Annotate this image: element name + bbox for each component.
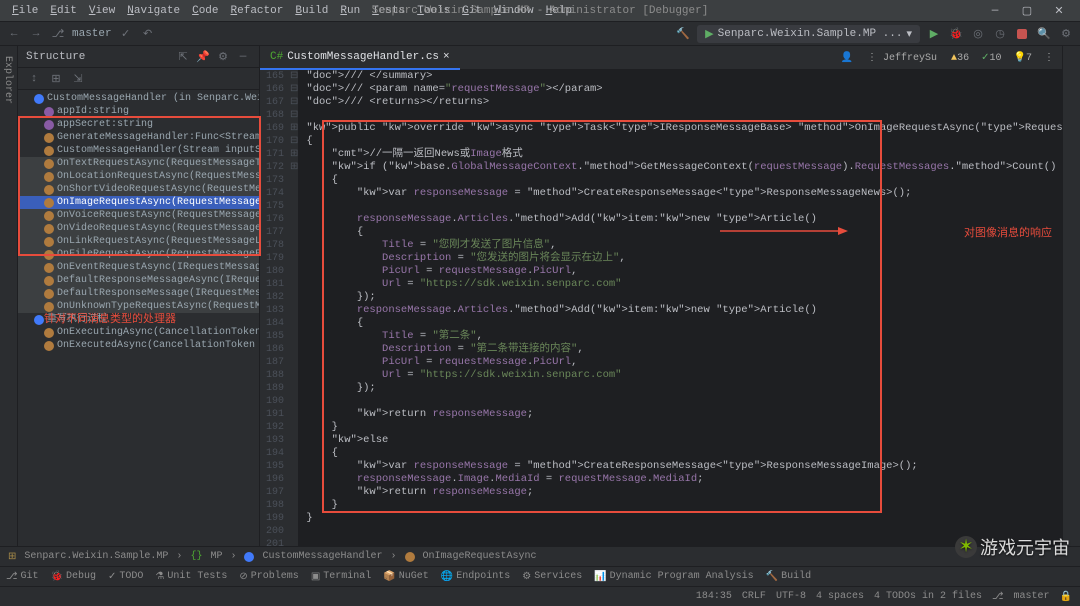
line-numbers: 165 166 167 168 169 170 171 172 173 174 … [260, 70, 290, 546]
bottom-tab-debug[interactable]: 🐞Debug [51, 571, 96, 583]
menu-file[interactable]: File [6, 3, 44, 19]
menu-navigate[interactable]: Navigate [121, 3, 186, 19]
tree-item[interactable]: appId:string [18, 105, 259, 118]
breadcrumb-bar: ⊞ Senparc.Weixin.Sample.MP› {}MP› Custom… [0, 546, 1080, 566]
autoscroll-icon[interactable]: ⇲ [70, 71, 86, 87]
back-icon[interactable]: ← [6, 26, 22, 42]
undo-icon[interactable]: ↶ [140, 26, 156, 42]
editor-tab[interactable]: C# CustomMessageHandler.cs × [260, 46, 460, 70]
tree-item[interactable]: OnExecutingAsync(CancellationToken cance… [18, 326, 259, 339]
maximize-button[interactable]: ▢ [1012, 2, 1042, 20]
vcs-icon[interactable]: ⎇ [50, 26, 66, 42]
bc-icon: ⊞ [8, 551, 16, 563]
hide-icon[interactable]: — [235, 49, 251, 65]
tree-item[interactable]: OnLinkRequestAsync(RequestMessageLink re… [18, 235, 259, 248]
statusbar: 184:35 CRLF UTF-8 4 spaces 4 TODOs in 2 … [0, 586, 1080, 606]
tree-item[interactable]: OnImageRequestAsync(RequestMessageImage … [18, 196, 259, 209]
toolbar: ← → ⎇ master ✓ ↶ 🔨 ▶Senparc.Weixin.Sampl… [0, 22, 1080, 46]
run-icon[interactable]: ▶ [926, 26, 942, 42]
status-indent[interactable]: 4 spaces [816, 591, 864, 603]
sync-icon[interactable]: ✓ [118, 26, 134, 42]
tree-item[interactable]: OnFileRequestAsync(RequestMessageFile re… [18, 248, 259, 261]
close-button[interactable]: ✕ [1044, 2, 1074, 20]
branch-name[interactable]: master [72, 28, 112, 40]
bottom-tab-services[interactable]: ⚙Services [522, 571, 582, 583]
tree-item[interactable]: OnShortVideoRequestAsync(RequestMessageS… [18, 183, 259, 196]
window-title: Senparc.Weixin.Sample.MP - Administrator… [372, 5, 709, 17]
annotation-left: 针对不同消息类型的处理器 [44, 310, 176, 326]
structure-panel: Structure ⇱ 📌 ⚙ — ↕ ⊞ ⇲ CustomMessageHan… [18, 46, 260, 546]
lock-icon: 🔒 [1060, 591, 1072, 603]
gutter-explorer[interactable]: Explorer [0, 50, 15, 546]
forward-icon[interactable]: → [28, 26, 44, 42]
tree-item[interactable]: OnLocationRequestAsync(RequestMessageLoc… [18, 170, 259, 183]
bottom-tab-git[interactable]: ⎇Git [6, 571, 39, 583]
tree-item[interactable]: DefaultResponseMessageAsync(IRequestMess… [18, 274, 259, 287]
minimize-button[interactable]: — [980, 2, 1010, 20]
close-tab-icon[interactable]: × [443, 51, 450, 63]
right-gutter [1062, 46, 1080, 546]
menu-refactor[interactable]: Refactor [225, 3, 290, 19]
pin-icon[interactable]: 📌 [195, 49, 211, 65]
bottom-tab-nuget[interactable]: 📦NuGet [383, 571, 428, 583]
tree-item[interactable]: OnExecutedAsync(CancellationToken cancel… [18, 339, 259, 352]
breadcrumb[interactable]: OnImageRequestAsync [423, 551, 537, 562]
gear-icon[interactable]: ⚙ [215, 49, 231, 65]
breadcrumb[interactable]: CustomMessageHandler [262, 551, 382, 562]
bottom-tab-dynamic-program-analysis[interactable]: 📊Dynamic Program Analysis [594, 571, 753, 583]
status-todo[interactable]: 4 TODOs in 2 files [874, 591, 982, 603]
tree-item[interactable]: OnVideoRequestAsync(RequestMessageVideo … [18, 222, 259, 235]
status-pos[interactable]: 184:35 [696, 591, 732, 603]
watermark-badge: ✶ 游戏元宇宙 [955, 534, 1070, 560]
breadcrumb[interactable]: Senparc.Weixin.Sample.MP [24, 551, 168, 562]
status-enc[interactable]: UTF-8 [776, 591, 806, 603]
bottom-tab-endpoints[interactable]: 🌐Endpoints [441, 571, 510, 583]
editor-tabbar: C# CustomMessageHandler.cs × 👤 ⋮ Jeffrey… [260, 46, 1062, 70]
left-gutter: Explorer Structure [0, 46, 18, 546]
bottom-tab-problems[interactable]: ⊘Problems [239, 571, 298, 583]
menu-view[interactable]: View [83, 3, 121, 19]
debug-icon[interactable]: 🐞 [948, 26, 964, 42]
stop-icon[interactable] [1014, 26, 1030, 42]
tree-item[interactable]: DefaultResponseMessage(IRequestMessageBa… [18, 287, 259, 300]
settings-icon[interactable]: ⚙ [1058, 26, 1074, 42]
wechat-icon: ✶ [955, 536, 977, 558]
tree-item[interactable]: CustomMessageHandler (in Senparc.Weixin.… [18, 92, 259, 105]
bottom-tab-terminal[interactable]: ▣Terminal [311, 571, 371, 583]
breadcrumb[interactable]: MP [210, 551, 222, 562]
user-icon[interactable]: 👤 [841, 53, 853, 64]
menu-code[interactable]: Code [186, 3, 224, 19]
bottom-tab-build[interactable]: 🔨Build [766, 571, 811, 583]
csharp-icon: C# [270, 51, 283, 63]
tree-item[interactable]: OnVoiceRequestAsync(RequestMessageVoice … [18, 209, 259, 222]
tree-item[interactable]: OnTextRequestAsync(RequestMessageText re… [18, 157, 259, 170]
menubar: FileEditViewNavigateCodeRefactorBuildRun… [0, 0, 1080, 22]
filter-icon[interactable]: ⊞ [48, 71, 64, 87]
fold-column[interactable]: ⊟ ⊟ ⊟ ⊟ ⊞ ⊟ ⊞ ⊞ [290, 70, 298, 546]
menu-run[interactable]: Run [334, 3, 366, 19]
bottom-tab-todo[interactable]: ✓TODO [108, 571, 143, 583]
structure-title: Structure [26, 51, 85, 63]
tree-item[interactable]: GenerateMessageHandler:Func<Stream,PostM… [18, 131, 259, 144]
tree-item[interactable]: CustomMessageHandler(Stream inputStream,… [18, 144, 259, 157]
bottom-tab-unit-tests[interactable]: ⚗Unit Tests [155, 571, 227, 583]
menu-edit[interactable]: Edit [44, 3, 82, 19]
hammer-icon[interactable]: 🔨 [675, 26, 691, 42]
coverage-icon[interactable]: ◎ [970, 26, 986, 42]
run-config-combo[interactable]: ▶Senparc.Weixin.Sample.MP ...▾ [697, 25, 920, 43]
annotation-right: 对图像消息的响应 [964, 224, 1052, 240]
tree-item[interactable]: OnEventRequestAsync(IRequestMessageEvent… [18, 261, 259, 274]
status-crlf[interactable]: CRLF [742, 591, 766, 603]
code-editor[interactable]: "doc">/// </summary> "doc">/// <param na… [298, 70, 1062, 546]
more-icon[interactable]: ⋮ [1044, 53, 1054, 64]
menu-build[interactable]: Build [289, 3, 334, 19]
sort-icon[interactable]: ↕ [26, 71, 42, 87]
search-icon[interactable]: 🔍 [1036, 26, 1052, 42]
tree-item[interactable]: appSecret:string [18, 118, 259, 131]
bottom-tool-tabs: ⎇Git 🐞Debug ✓TODO ⚗Unit Tests ⊘Problems ▣Term… [0, 566, 1080, 586]
profile-icon[interactable]: ◷ [992, 26, 1008, 42]
expand-icon[interactable]: ⇱ [175, 49, 191, 65]
status-branch[interactable]: master [1014, 591, 1050, 603]
